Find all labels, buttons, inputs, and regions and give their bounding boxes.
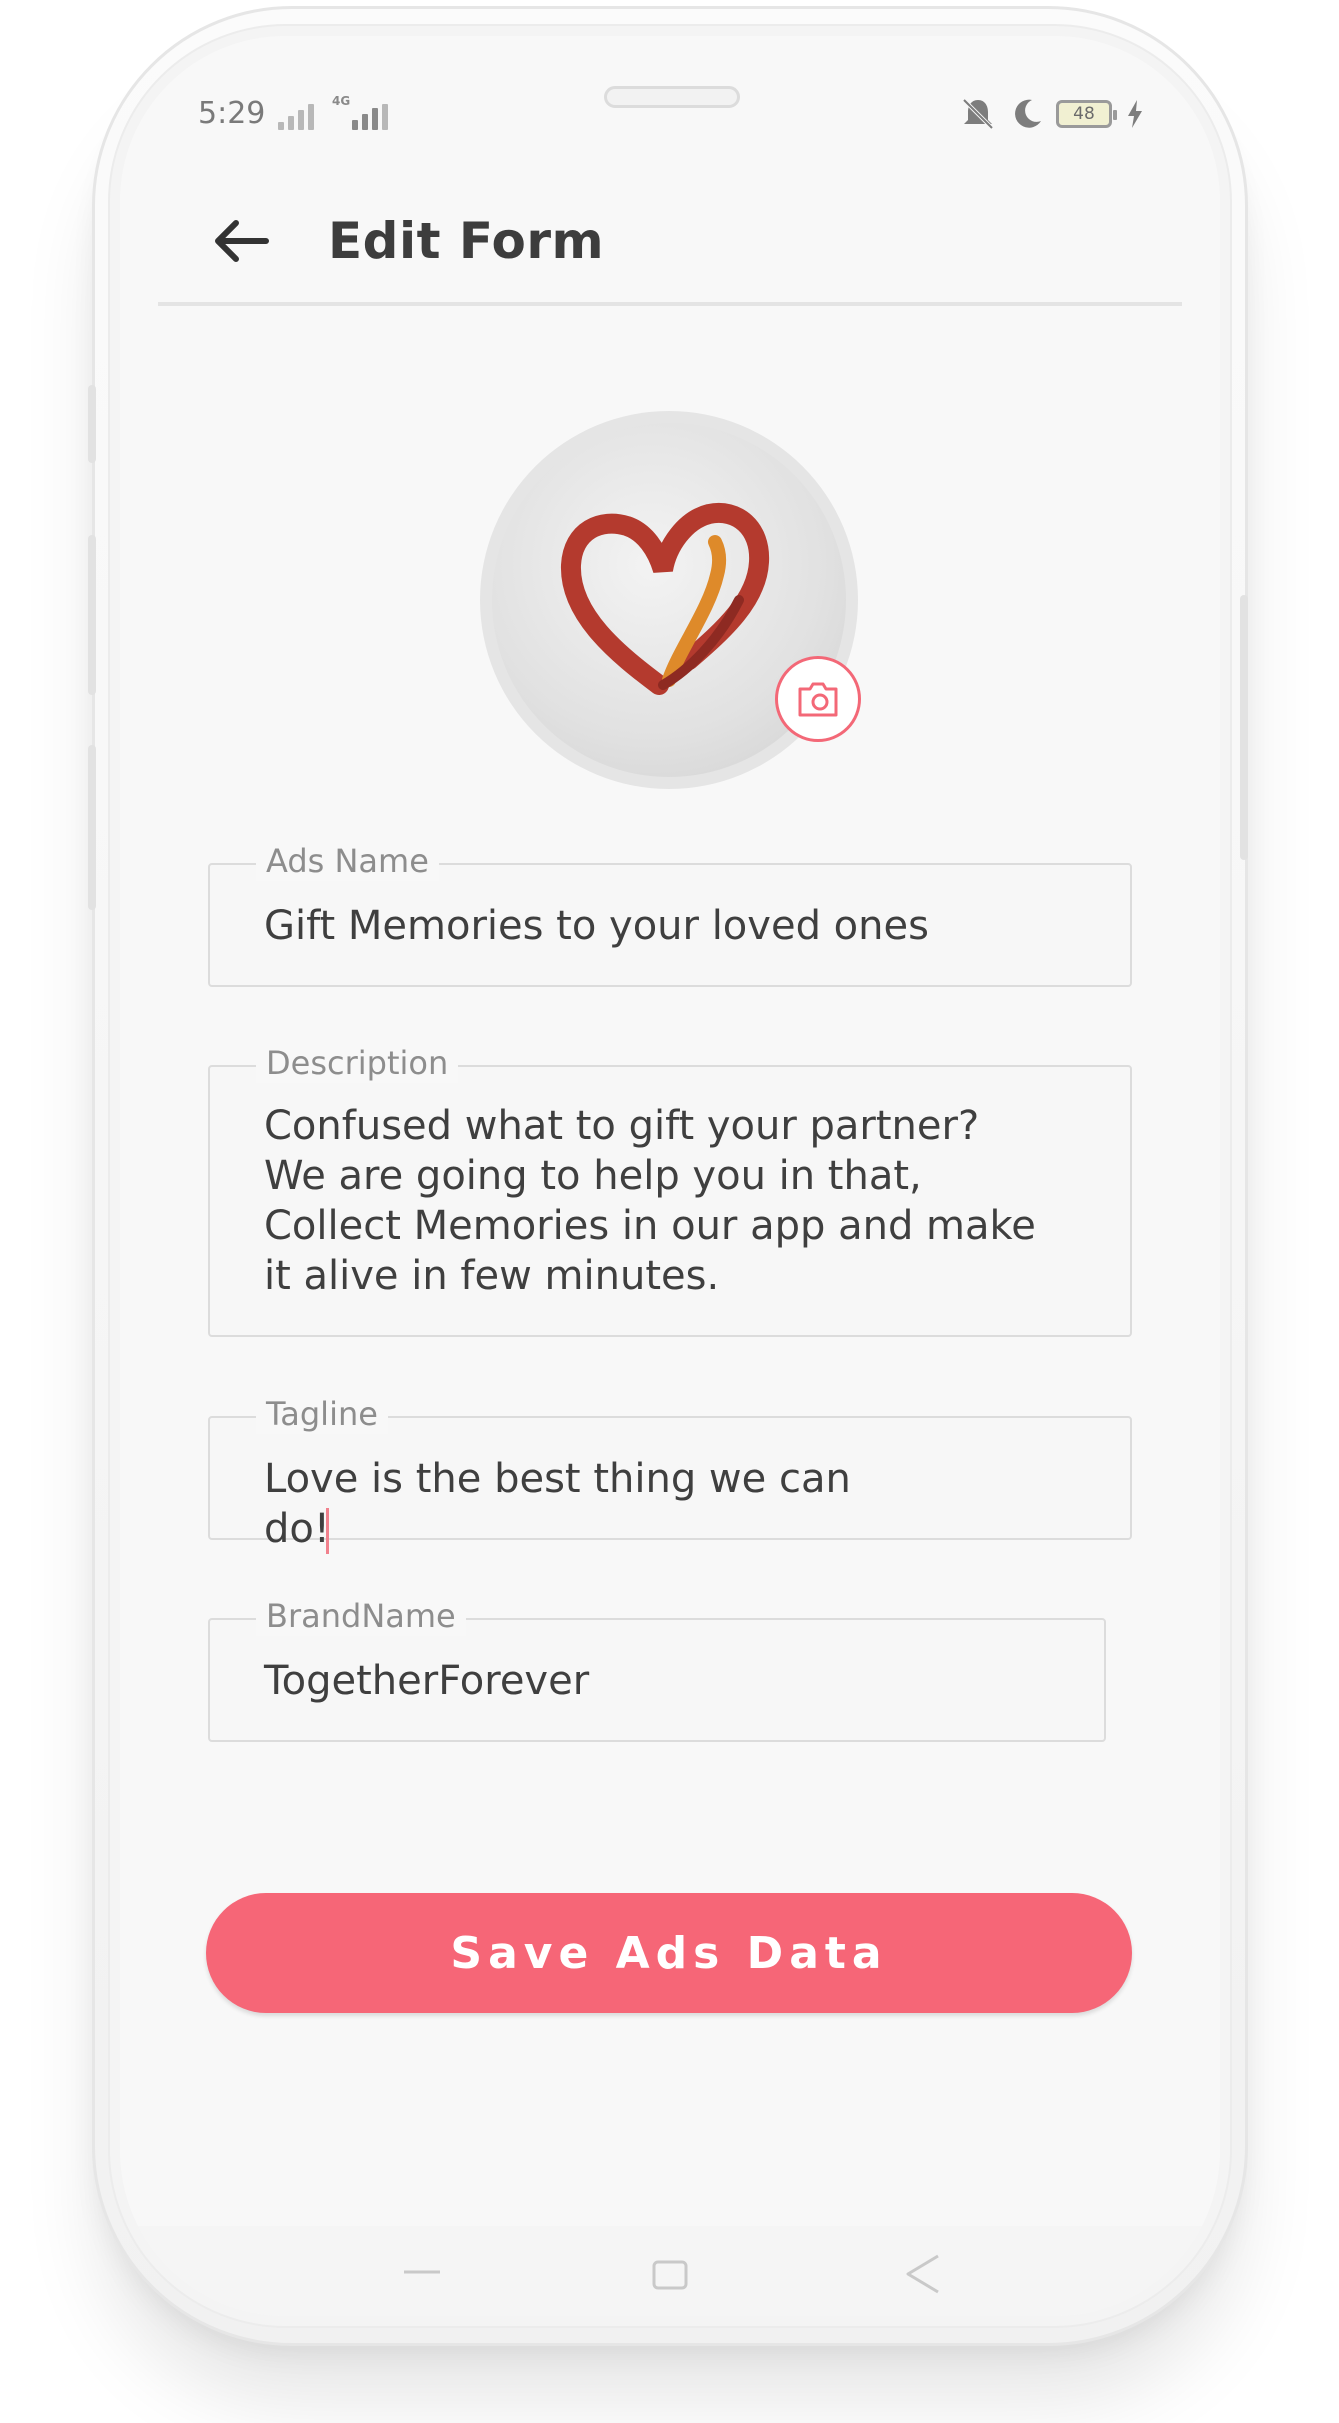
text-cursor (325, 1508, 329, 1554)
back-nav-icon[interactable] (900, 2250, 944, 2294)
arrow-left-icon (215, 220, 269, 262)
description-line: Confused what to gift your partner? (264, 1103, 980, 1149)
heart-logo (561, 502, 770, 695)
description-label: Description (256, 1043, 459, 1083)
ads-name-field[interactable]: Ads Name Gift Memories to your loved one… (208, 841, 1132, 987)
status-icons: 48 (958, 96, 1144, 132)
device-frame: 5:29 4G 48 Edit Form Ads Name Gift Memor… (0, 0, 1339, 2423)
brand-name-field[interactable]: BrandName TogetherForever (208, 1596, 1106, 1742)
description-field[interactable]: Description Confused what to gift your p… (208, 1043, 1132, 1337)
battery-level: 48 (1073, 104, 1095, 124)
moon-icon (1015, 99, 1041, 128)
signal-icon (278, 104, 314, 130)
mute-icon (962, 98, 994, 130)
tagline-value: Love is the best thing we can do! (264, 1454, 928, 1554)
signal-icon-2 (352, 104, 388, 130)
screen: 5:29 4G 48 Edit Form Ads Name Gift Memor… (120, 36, 1220, 2316)
network-type: 4G (332, 94, 351, 108)
app-bar: Edit Form (158, 186, 1182, 306)
battery-icon: 48 (1056, 100, 1117, 128)
page-title: Edit Form (328, 212, 605, 270)
status-time: 5:29 (198, 96, 266, 131)
earpiece-speaker (604, 86, 740, 108)
description-line: Collect Memories in our app and make (264, 1203, 1036, 1249)
description-line: We are going to help you in that, (264, 1153, 922, 1199)
home-icon[interactable] (648, 2250, 692, 2294)
side-button-power (1240, 595, 1248, 860)
save-button[interactable]: Save Ads Data (206, 1893, 1132, 2013)
tagline-label: Tagline (256, 1394, 388, 1434)
status-bar: 5:29 4G 48 (120, 36, 1220, 186)
change-photo-button[interactable] (775, 656, 861, 742)
description-value: Confused what to gift your partner? We a… (264, 1101, 1036, 1301)
tagline-field[interactable]: Tagline Love is the best thing we can do… (208, 1394, 1132, 1554)
side-button-volume-down (88, 535, 96, 695)
brand-name-label: BrandName (256, 1596, 466, 1636)
description-line: it alive in few minutes. (264, 1253, 720, 1299)
ads-name-value: Gift Memories to your loved ones (264, 903, 929, 949)
camera-icon (798, 682, 838, 717)
tagline-text: Love is the best thing we can do! (264, 1456, 851, 1552)
navigation-bar (120, 2226, 1220, 2316)
side-button-volume-up (88, 385, 96, 463)
recents-icon[interactable] (400, 2250, 444, 2294)
brand-name-value: TogetherForever (264, 1658, 590, 1704)
charging-icon (1128, 100, 1142, 128)
side-button-bixby (88, 745, 96, 910)
ads-name-label: Ads Name (256, 841, 439, 881)
back-button[interactable] (206, 206, 276, 276)
